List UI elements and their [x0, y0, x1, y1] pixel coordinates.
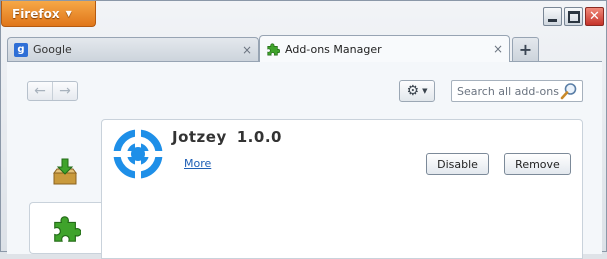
- google-favicon-icon: g: [14, 42, 28, 57]
- search-icon[interactable]: [560, 82, 578, 100]
- addon-version: 1.0.0: [236, 128, 282, 146]
- remove-button[interactable]: Remove: [504, 153, 571, 175]
- disable-button[interactable]: Disable: [426, 153, 489, 175]
- browser-window: Firefox ▼ ✕ g Google × Add-ons Manager ×…: [0, 0, 607, 259]
- back-arrow-icon[interactable]: ←: [28, 82, 52, 100]
- addon-title: Jotzey 1.0.0: [172, 128, 282, 146]
- puzzle-piece-icon: [54, 216, 81, 242]
- close-window-button[interactable]: ✕: [585, 7, 604, 26]
- more-link[interactable]: More: [184, 157, 211, 170]
- close-icon: ✕: [589, 9, 600, 24]
- addon-logo-icon: [112, 128, 164, 180]
- minimize-icon: [548, 18, 557, 22]
- gear-icon: ⚙: [406, 83, 420, 99]
- window-controls: ✕: [543, 7, 604, 26]
- maximize-button[interactable]: [564, 7, 583, 26]
- new-tab-button[interactable]: +: [512, 37, 539, 61]
- minimize-button[interactable]: [543, 7, 562, 26]
- firefox-menu-label: Firefox: [12, 6, 60, 21]
- addon-name: Jotzey: [172, 128, 227, 146]
- puzzle-piece-icon: [267, 43, 280, 56]
- category-extensions[interactable]: [29, 202, 102, 254]
- tools-menu-button[interactable]: ⚙ ▼: [399, 80, 435, 102]
- tab-close-icon[interactable]: ×: [493, 42, 503, 56]
- navigation-buttons: ← →: [27, 81, 78, 101]
- tab-title: Add-ons Manager: [285, 42, 382, 56]
- forward-arrow-icon[interactable]: →: [52, 82, 77, 100]
- tab-strip: g Google × Add-ons Manager × +: [7, 35, 600, 62]
- addon-detail-panel: Jotzey 1.0.0 More Disable Remove: [101, 119, 583, 259]
- tab-addons-manager[interactable]: Add-ons Manager ×: [259, 35, 510, 62]
- search-input[interactable]: [457, 84, 561, 98]
- search-box: [451, 80, 583, 102]
- dropdown-arrow-icon: ▼: [65, 9, 72, 18]
- dropdown-arrow-icon: ▼: [422, 87, 428, 95]
- addons-manager-page: ← → ⚙ ▼ Search all add-ons Jotzey 1.0.0 …: [7, 61, 602, 259]
- download-box-icon: [53, 158, 77, 185]
- firefox-menu-button[interactable]: Firefox ▼: [1, 1, 96, 27]
- tab-close-icon[interactable]: ×: [242, 43, 252, 57]
- tab-google[interactable]: g Google ×: [7, 37, 259, 61]
- maximize-icon: [567, 10, 580, 23]
- category-get-addons[interactable]: [29, 147, 101, 197]
- tab-title: Google: [33, 43, 72, 56]
